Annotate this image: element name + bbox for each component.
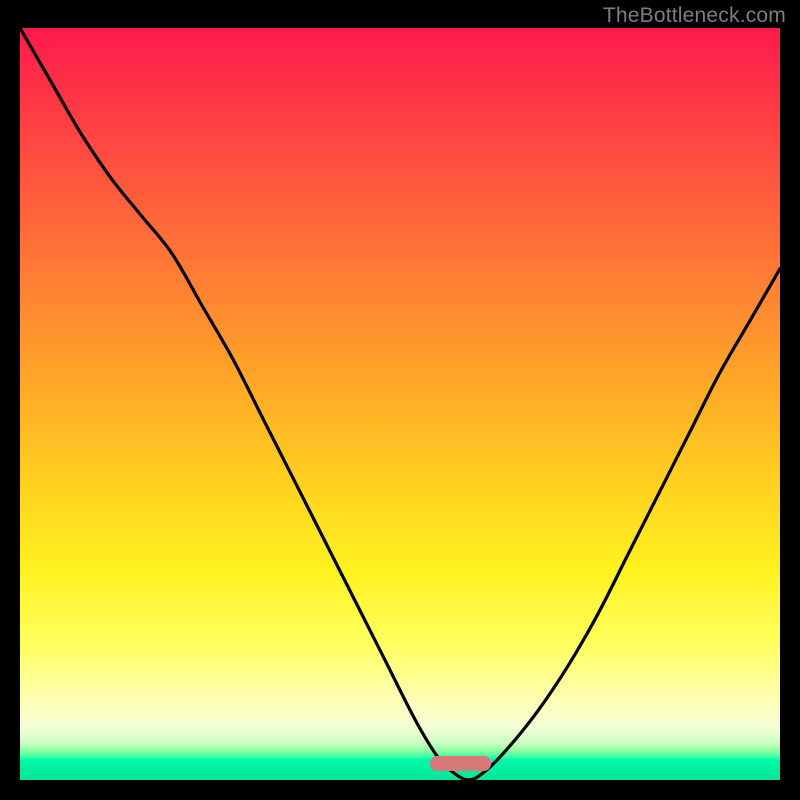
plot-area <box>20 28 780 780</box>
chart-frame: TheBottleneck.com <box>0 0 800 800</box>
watermark-text: TheBottleneck.com <box>603 4 786 28</box>
bottleneck-curve <box>20 28 780 780</box>
minimum-marker <box>430 756 491 771</box>
